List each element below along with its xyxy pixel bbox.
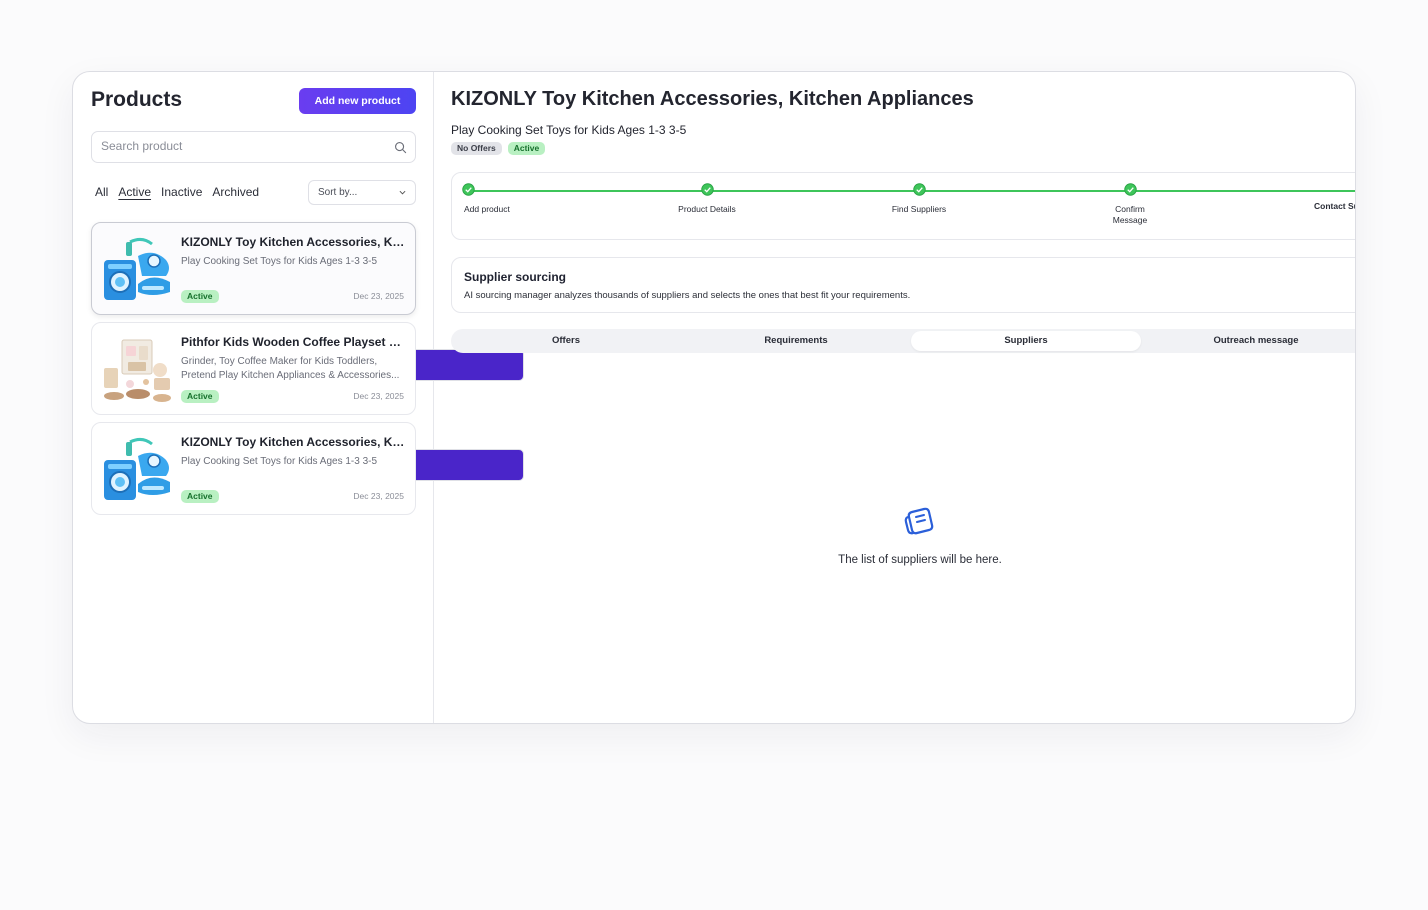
status-filters: All Active Inactive Archived [95, 185, 259, 199]
product-date: Dec 23, 2025 [353, 291, 404, 301]
step-label: Find Suppliers [891, 204, 947, 214]
progress-stepper: Add product Product Details Find Supplie… [451, 172, 1355, 240]
product-title: Pithfor Kids Wooden Coffee Playset w... [181, 335, 407, 349]
product-description: Grinder, Toy Coffee Maker for Kids Toddl… [181, 356, 400, 381]
active-badge: Active [181, 290, 219, 303]
check-circle-icon [700, 183, 714, 196]
sourcing-title: Supplier sourcing [464, 270, 567, 284]
suppliers-empty-icon [904, 507, 934, 535]
tab-outreach-message[interactable]: Outreach message [1141, 331, 1355, 351]
tab-requirements[interactable]: Requirements [681, 331, 911, 351]
product-detail-panel: KIZONLY Toy Kitchen Accessories, Kitchen… [434, 72, 1355, 723]
sort-dropdown[interactable]: Sort by... [308, 180, 416, 205]
active-badge: Active [181, 390, 219, 403]
filter-all[interactable]: All [95, 185, 108, 199]
product-card[interactable]: KIZONLY Toy Kitchen Accessories, Kit... … [91, 422, 416, 515]
filter-inactive[interactable]: Inactive [161, 185, 202, 199]
step-label: Product Details [678, 204, 736, 214]
product-thumbnail [104, 437, 170, 500]
product-badges: Searching Active [181, 390, 524, 481]
search-icon[interactable] [394, 141, 407, 154]
supplier-sourcing-card: Supplier sourcing AI sourcing manager an… [451, 257, 1355, 313]
search-input[interactable] [101, 139, 381, 153]
no-offers-badge: No Offers [451, 142, 502, 155]
app-window: Products Add new product All Active Inac… [72, 71, 1356, 724]
status-badges: No Offers Active [451, 142, 546, 155]
check-circle-icon [1123, 183, 1137, 196]
filter-active[interactable]: Active [118, 185, 151, 199]
step-add-product: Add product [418, 183, 518, 215]
check-circle-icon [461, 183, 475, 196]
product-description: Play Cooking Set Toys for Kids Ages 1-3 … [181, 456, 378, 467]
sourcing-description: AI sourcing manager analyzes thousands o… [464, 290, 911, 301]
step-find-suppliers: Find Suppliers [869, 183, 969, 215]
page-subtitle: Play Cooking Set Toys for Kids Ages 1-3 … [451, 123, 687, 137]
tab-suppliers[interactable]: Suppliers [911, 331, 1141, 351]
product-date: Dec 23, 2025 [353, 491, 404, 501]
active-badge: Active [181, 490, 219, 503]
detail-tabs: Offers Requirements Suppliers Outreach m… [451, 329, 1355, 353]
products-sidebar: Products Add new product All Active Inac… [73, 72, 524, 723]
product-date: Dec 23, 2025 [353, 391, 404, 401]
step-label: Contact Suppl [1314, 201, 1355, 211]
add-new-product-button[interactable]: Add new product [299, 88, 416, 114]
page-title: KIZONLY Toy Kitchen Accessories, Kitchen… [451, 88, 974, 110]
step-product-details: Product Details [657, 183, 757, 215]
sort-label: Sort by... [318, 187, 358, 198]
product-badges: Searching Active [181, 290, 524, 381]
product-thumbnail [104, 339, 171, 402]
product-badges: Active [181, 490, 219, 503]
product-title: KIZONLY Toy Kitchen Accessories, Kit... [181, 435, 407, 449]
search-box[interactable] [91, 131, 416, 163]
empty-state-text: The list of suppliers will be here. [838, 554, 1002, 566]
product-card[interactable]: Pithfor Kids Wooden Coffee Playset w... … [91, 322, 524, 481]
step-label: Add product [464, 204, 510, 214]
product-description: Play Cooking Set Toys for Kids Ages 1-3 … [181, 256, 378, 267]
product-card[interactable]: KIZONLY Toy Kitchen Accessories, Kit... … [91, 222, 524, 381]
step-contact-suppliers: Contact Suppl [1290, 183, 1355, 212]
product-thumbnail [104, 237, 170, 300]
tab-offers[interactable]: Offers [451, 331, 681, 351]
active-badge: Active [507, 142, 546, 155]
product-title: KIZONLY Toy Kitchen Accessories, Kit... [181, 235, 407, 249]
check-circle-icon [912, 183, 926, 196]
step-label: Confirm Message [1112, 204, 1148, 225]
sidebar-title: Products [91, 88, 183, 111]
chevron-down-icon [399, 190, 406, 195]
step-confirm-message: Confirm Message [1080, 183, 1180, 226]
filter-archived[interactable]: Archived [212, 185, 259, 199]
